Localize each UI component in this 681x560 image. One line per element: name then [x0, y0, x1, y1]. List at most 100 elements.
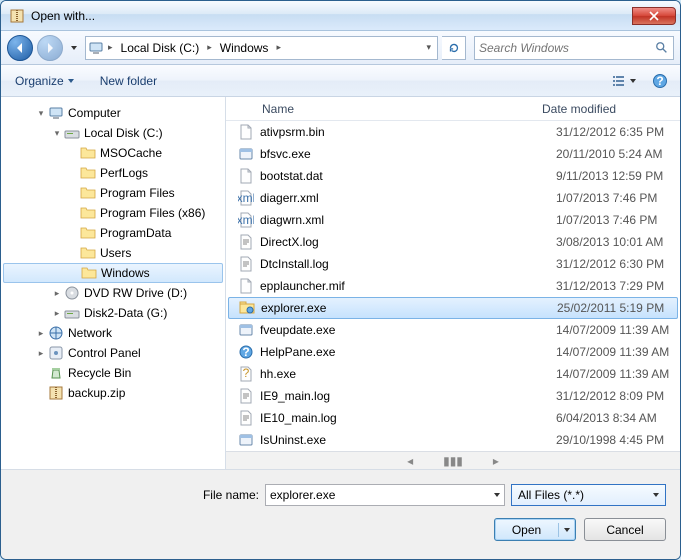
expand-toggle-icon[interactable]: ▸ — [35, 348, 47, 359]
tree-item-label: Recycle Bin — [68, 366, 131, 380]
filename-field[interactable] — [265, 484, 505, 506]
chevron-down-icon[interactable]: ▾ — [424, 42, 435, 53]
breadcrumb-segment[interactable]: Local Disk (C:) — [117, 37, 204, 59]
file-name: IE9_main.log — [260, 389, 556, 403]
organize-button[interactable]: Organize — [9, 71, 80, 91]
nav-history-button[interactable] — [67, 37, 81, 59]
cancel-button[interactable]: Cancel — [584, 518, 666, 541]
tree-item[interactable]: ProgramData — [3, 223, 223, 243]
expand-toggle-icon[interactable]: ▸ — [51, 288, 63, 299]
file-row[interactable]: IE10_main.log6/04/2013 8:34 AM — [226, 407, 680, 429]
chevron-down-icon[interactable] — [494, 493, 500, 497]
chevron-right-icon[interactable]: ▸ — [205, 42, 214, 53]
open-button[interactable]: Open — [494, 518, 576, 541]
exe-icon — [238, 322, 254, 338]
chevron-down-icon — [71, 46, 77, 50]
file-row[interactable]: hh.exe14/07/2009 11:39 AM — [226, 363, 680, 385]
explorer-icon — [239, 300, 255, 316]
tree-item[interactable]: Users — [3, 243, 223, 263]
file-row[interactable]: DtcInstall.log31/12/2012 6:30 PM — [226, 253, 680, 275]
chevron-down-icon — [653, 493, 659, 497]
tree-item[interactable]: Recycle Bin — [3, 363, 223, 383]
back-button[interactable] — [7, 35, 33, 61]
breadcrumb[interactable]: ▸ Local Disk (C:) ▸ Windows ▸ ▾ — [85, 36, 438, 60]
file-row[interactable]: fveupdate.exe14/07/2009 11:39 AM — [226, 319, 680, 341]
file-row[interactable]: IE9_main.log31/12/2012 8:09 PM — [226, 385, 680, 407]
file-date: 14/07/2009 11:39 AM — [556, 345, 680, 359]
tree-item[interactable]: backup.zip — [3, 383, 223, 403]
tree-item-label: Control Panel — [68, 346, 141, 360]
file-date: 25/02/2011 5:19 PM — [557, 301, 677, 315]
column-header[interactable]: Name Date modified — [226, 97, 680, 121]
tree-item[interactable]: PerfLogs — [3, 163, 223, 183]
forward-button[interactable] — [37, 35, 63, 61]
tree-item-label: PerfLogs — [100, 166, 148, 180]
filename-input[interactable] — [270, 488, 494, 502]
expand-toggle-icon[interactable]: ▾ — [51, 128, 63, 139]
file-row[interactable]: bootstat.dat9/11/2013 12:59 PM — [226, 165, 680, 187]
file-row[interactable]: diagerr.xml1/07/2013 7:46 PM — [226, 187, 680, 209]
arrow-right-icon — [44, 42, 56, 54]
tree-item[interactable]: ▸ Control Panel — [3, 343, 223, 363]
folder-icon — [80, 225, 96, 241]
tree-item[interactable]: Program Files — [3, 183, 223, 203]
close-button[interactable] — [632, 7, 676, 25]
tree-item[interactable]: Windows — [3, 263, 223, 283]
file-row[interactable]: DirectX.log3/08/2013 10:01 AM — [226, 231, 680, 253]
search-input[interactable] — [479, 41, 655, 55]
file-row[interactable]: HelpPane.exe14/07/2009 11:39 AM — [226, 341, 680, 363]
file-list[interactable]: ativpsrm.bin31/12/2012 6:35 PMbfsvc.exe2… — [226, 121, 680, 451]
file-row[interactable]: ativpsrm.bin31/12/2012 6:35 PM — [226, 121, 680, 143]
navbar: ▸ Local Disk (C:) ▸ Windows ▸ ▾ — [1, 31, 680, 65]
tree-item[interactable]: ▸DVD RW Drive (D:) — [3, 283, 223, 303]
folder-icon — [80, 165, 96, 181]
file-name: IE10_main.log — [260, 411, 556, 425]
tree-item[interactable]: Program Files (x86) — [3, 203, 223, 223]
computer-icon — [88, 40, 104, 56]
file-row[interactable]: IsUninst.exe29/10/1998 4:45 PM — [226, 429, 680, 451]
help-icon — [652, 73, 668, 89]
expand-toggle-icon[interactable]: ▸ — [51, 308, 63, 319]
filetype-filter[interactable]: All Files (*.*) — [511, 484, 666, 506]
file-date: 31/12/2012 6:30 PM — [556, 257, 680, 271]
refresh-button[interactable] — [442, 36, 466, 60]
breadcrumb-segment[interactable]: Windows — [216, 37, 273, 59]
column-date[interactable]: Date modified — [542, 102, 680, 116]
file-name: bootstat.dat — [260, 169, 556, 183]
tree-item[interactable]: ▸Disk2-Data (G:) — [3, 303, 223, 323]
chevron-down-icon — [630, 79, 636, 83]
tree-item-label: Program Files — [100, 186, 175, 200]
expand-toggle-icon[interactable]: ▾ — [35, 108, 47, 119]
file-date: 20/11/2010 5:24 AM — [556, 147, 680, 161]
file-date: 1/07/2013 7:46 PM — [556, 191, 680, 205]
folder-tree[interactable]: ▾Computer▾Local Disk (C:)MSOCache PerfLog… — [1, 97, 226, 469]
file-date: 6/04/2013 8:34 AM — [556, 411, 680, 425]
xml-icon — [238, 190, 254, 206]
main-area: ▾Computer▾Local Disk (C:)MSOCache PerfLog… — [1, 97, 680, 469]
chevron-right-icon[interactable]: ▸ — [274, 42, 283, 53]
tree-item[interactable]: MSOCache — [3, 143, 223, 163]
file-date: 14/07/2009 11:39 AM — [556, 367, 680, 381]
horizontal-scrollbar[interactable]: ◂ ▮▮▮ ▸ — [226, 451, 680, 469]
file-icon — [238, 278, 254, 294]
file-row[interactable]: explorer.exe25/02/2011 5:19 PM — [228, 297, 678, 319]
chevron-right-icon[interactable]: ▸ — [106, 42, 115, 53]
hh-icon — [238, 366, 254, 382]
column-name[interactable]: Name — [262, 102, 542, 116]
file-name: fveupdate.exe — [260, 323, 556, 337]
tree-item[interactable]: ▾Computer — [3, 103, 223, 123]
file-row[interactable]: diagwrn.xml1/07/2013 7:46 PM — [226, 209, 680, 231]
views-button[interactable] — [604, 70, 642, 92]
xml-icon — [238, 212, 254, 228]
expand-toggle-icon[interactable]: ▸ — [35, 328, 47, 339]
new-folder-button[interactable]: New folder — [94, 71, 163, 91]
open-dropdown[interactable] — [559, 528, 575, 532]
tree-item[interactable]: ▸Network — [3, 323, 223, 343]
tree-item[interactable]: ▾Local Disk (C:) — [3, 123, 223, 143]
file-row[interactable]: epplauncher.mif31/12/2013 7:29 PM — [226, 275, 680, 297]
search-box[interactable] — [474, 36, 674, 60]
dvd-icon — [64, 285, 80, 301]
file-row[interactable]: bfsvc.exe20/11/2010 5:24 AM — [226, 143, 680, 165]
help-button[interactable] — [648, 70, 672, 92]
folder-icon — [81, 265, 97, 281]
